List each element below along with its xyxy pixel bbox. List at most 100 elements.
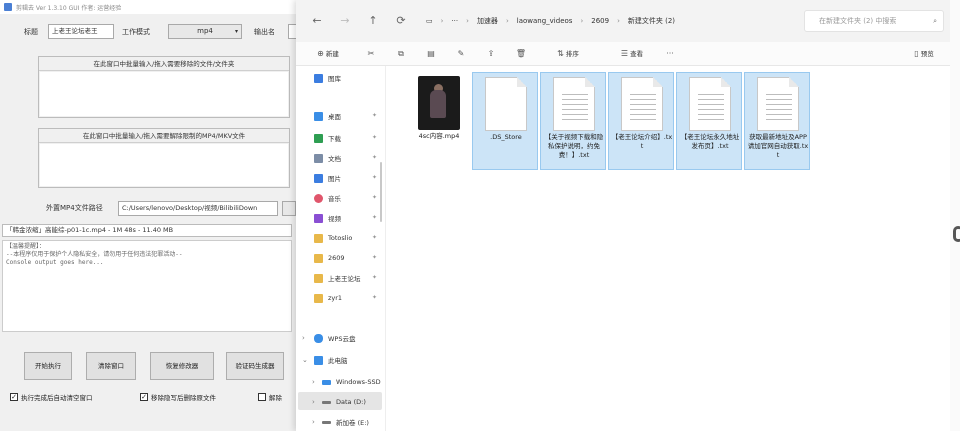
file-item[interactable]: 获取最新地址及APP请加官网自动获取.txt [744,72,810,170]
sidebar-item-label: 文档 [328,155,341,163]
mode-label: 工作模式 [122,28,150,36]
file-item[interactable]: .DS_Store [472,72,538,170]
breadcrumb-item[interactable]: laowang_videos [517,17,573,25]
sidebar-item-folder[interactable]: 上老王论坛 [314,270,361,286]
sidebar-scrollbar[interactable] [380,162,382,222]
sidebar-item-wps[interactable]: WPS云盘 [314,330,355,346]
app-icon [4,3,12,11]
output-label: 输出名 [254,28,275,36]
sidebar-item-videos[interactable]: 视频 [314,210,341,226]
console-line: Console output goes here... [6,259,104,266]
sidebar-item-documents[interactable]: 文档 [314,150,341,166]
refresh-button[interactable]: ⟳ [392,12,410,30]
sidebar-item-drive-e[interactable]: 新加卷 (E:) [322,414,369,430]
rename-icon[interactable]: ✎ [454,46,468,62]
sidebar-item-pictures[interactable]: 图片 [314,170,341,186]
sidebar-item-label: 视频 [328,215,341,223]
file-name: .DS_Store [490,133,522,141]
sort-button[interactable]: ⇅ 排序 [546,46,590,62]
delete-original-label: 移除隐写后删除原文件 [151,394,216,402]
sidebar-item-this-pc[interactable]: 此电脑 [314,352,348,368]
computer-icon [314,355,323,365]
text-file-icon [621,77,663,131]
sidebar-item-label: 音乐 [328,195,341,203]
forward-button[interactable]: → [336,12,354,30]
breadcrumb[interactable]: ▭ › ··· › 加速器 › laowang_videos › 2609 › … [426,10,786,32]
sidebar-item-folder[interactable]: zyr1 [314,290,342,306]
paste-icon[interactable]: ▤ [424,46,438,62]
path-input[interactable]: C:/Users/lenovo/Desktop/视频/BilibiliDown [118,201,278,216]
sidebar-item-drive-d[interactable]: Data (D:) [322,394,366,410]
pin-icon: ✦ [372,134,378,141]
explorer-nav-bar: ← → ↑ ⟳ ▭ › ··· › 加速器 › laowang_videos ›… [296,0,950,42]
chevron-right-icon[interactable]: › [312,398,315,406]
monitor-icon: ▭ [426,17,433,25]
console-line: --本程序仅用于保护个人隐私安全，请勿用于任何违法犯罪活动-- [6,251,183,258]
more-icon[interactable]: ··· [662,46,678,62]
text-file-icon [553,77,595,131]
background-window-edge [950,0,960,431]
file-item[interactable]: 4sc内容.mp4 [406,72,472,170]
breadcrumb-ellipsis[interactable]: ··· [451,17,458,25]
file-icon [485,77,527,131]
file-item[interactable]: 【关于视频下载和隐私保护说明，约免费！】.txt [540,72,606,170]
title-input[interactable]: 上老王论坛老王 [48,24,114,39]
chevron-right-icon[interactable]: › [312,378,315,386]
restore-button[interactable]: 恢复修改器 [150,352,214,380]
sidebar-item-downloads[interactable]: 下载 [314,130,341,146]
delete-icon[interactable]: 🗑 [514,46,528,62]
sidebar-item-drive-c[interactable]: Windows-SSD [322,374,381,390]
sidebar-item-label: 桌面 [328,113,341,121]
start-button[interactable]: 开始执行 [24,352,72,380]
file-grid: 4sc内容.mp4 .DS_Store 【关于视频下载和隐私保护说明，约免费！】… [406,72,946,192]
unlock-files-dropzone[interactable] [40,144,288,186]
chevron-right-icon[interactable]: › [312,418,315,426]
sidebar-item-desktop[interactable]: 桌面 [314,108,341,124]
search-icon: ⌕ [933,17,937,25]
copy-icon[interactable]: ⧉ [394,46,408,62]
drive-icon [322,379,331,385]
breadcrumb-item[interactable]: 新建文件夹 (2) [628,16,675,26]
clear-button[interactable]: 清除窗口 [86,352,136,380]
breadcrumb-item[interactable]: 2609 [591,17,609,25]
verify-button[interactable]: 验证码生成器 [226,352,284,380]
search-input[interactable]: 在新建文件夹 (2) 中搜索 ⌕ [804,10,944,32]
desktop-icon [314,111,323,121]
file-item[interactable]: 【老王论坛永久地址发布页】.txt [676,72,742,170]
new-button[interactable]: ⊕ 新建 [306,46,350,62]
preview-button[interactable]: ▯ 预览 [904,46,944,62]
status-line: 「韩金浓缩」高能综-p01-1c.mp4 - 1M 48s - 11.40 MB [2,224,292,237]
sidebar-item-folder[interactable]: 2609 [314,250,345,266]
up-button[interactable]: ↑ [364,12,382,30]
remove-files-dropzone[interactable] [40,72,288,116]
document-icon [314,153,323,163]
breadcrumb-item[interactable]: 加速器 [477,16,498,26]
sidebar-item-label: 上老王论坛 [328,275,361,283]
cut-icon[interactable]: ✂ [364,46,378,62]
share-icon[interactable]: ⇪ [484,46,498,62]
sidebar-item-music[interactable]: 音乐 [314,190,341,206]
pin-icon: ✦ [372,194,378,201]
back-button[interactable]: ← [308,12,326,30]
chevron-down-icon[interactable]: ⌄ [302,356,308,364]
delete-original-checkbox[interactable]: ✓ 移除隐写后删除原文件 [140,392,216,402]
sidebar-item-folder[interactable]: Totoslio [314,230,352,246]
mode-select[interactable]: mp4 ▾ [168,24,242,39]
sidebar-item-gallery[interactable]: 图库 [314,70,341,86]
folder-icon [314,253,323,263]
sidebar-item-label: Totoslio [328,234,353,242]
picture-icon [314,173,323,183]
folder-icon [314,233,323,243]
browse-button[interactable] [282,201,296,216]
title-label: 标题 [24,28,38,36]
chevron-right-icon[interactable]: › [302,334,305,342]
app-title: 剪辑去 Ver 1.3.10 GUI 作者: 运营经验 [16,4,122,12]
sidebar-item-label: Windows-SSD [336,378,381,386]
thumbnail-figure [430,90,446,118]
unlock-checkbox[interactable]: 解除 [258,392,282,402]
auto-clear-checkbox[interactable]: ✓ 执行完成后自动清空窗口 [10,392,93,402]
pin-icon: ✦ [372,234,378,241]
view-button[interactable]: ☰ 查看 [610,46,654,62]
file-item[interactable]: 【老王论坛介绍】.txt [608,72,674,170]
chevron-right-icon: › [466,17,469,25]
